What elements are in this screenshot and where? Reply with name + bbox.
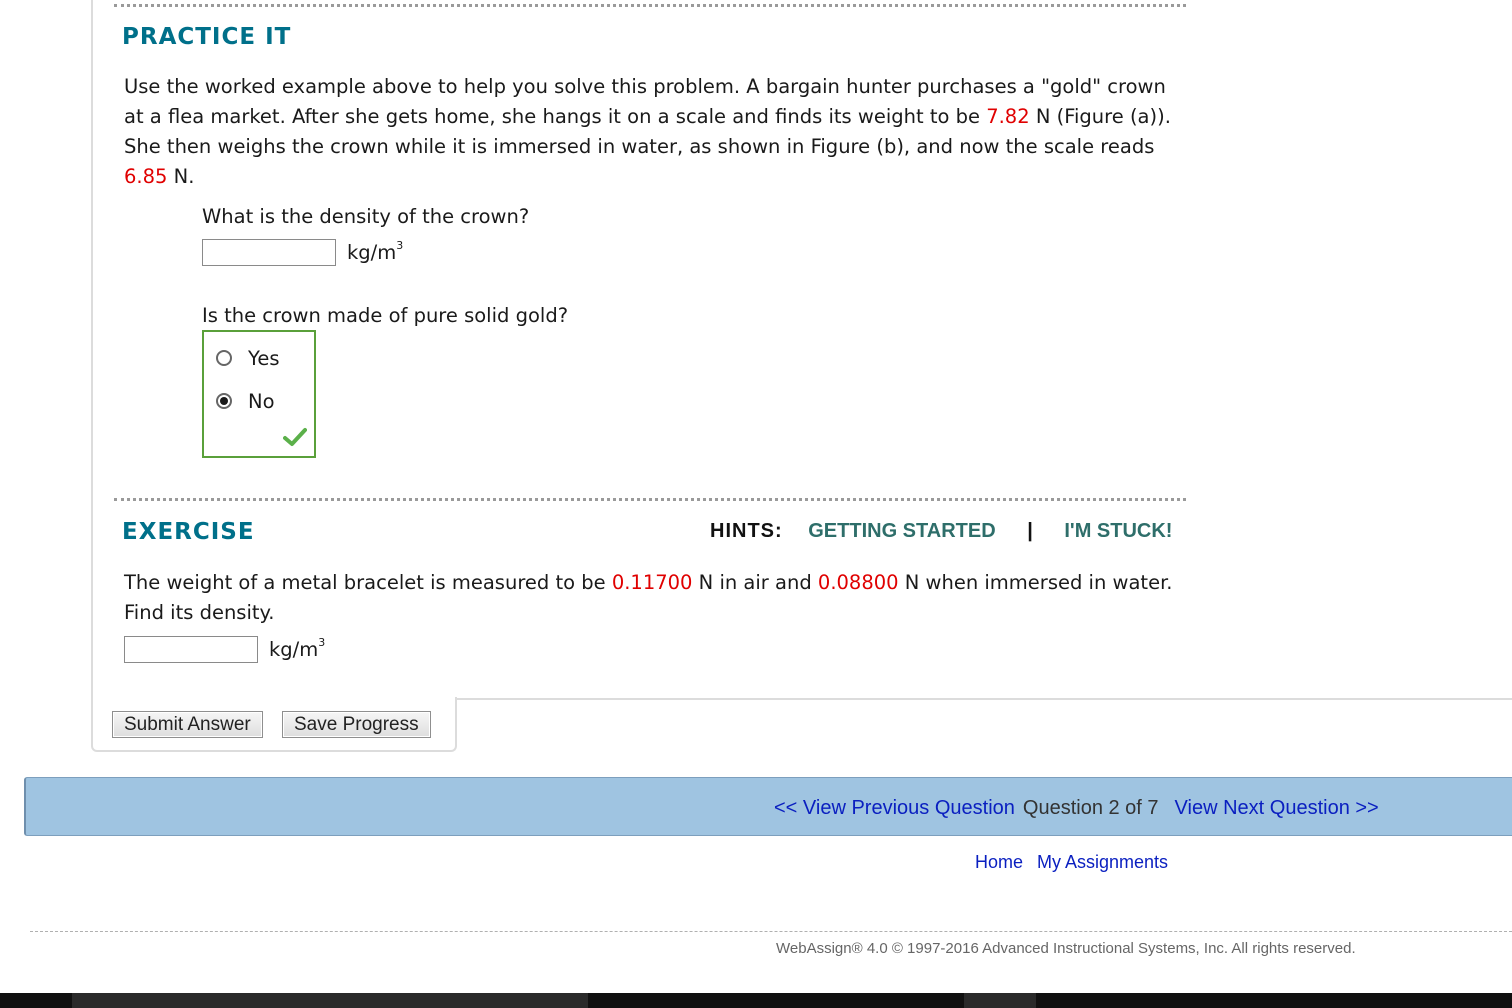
- crown-density-input[interactable]: [202, 239, 336, 266]
- unit-exponent: 3: [396, 238, 404, 252]
- divider-exercise: [114, 498, 1186, 501]
- weight-in-air: 7.82: [986, 105, 1030, 128]
- exercise-density-unit: kg/m3: [269, 635, 326, 662]
- footer-divider: [30, 931, 1512, 932]
- bracelet-weight-water: 0.08800: [817, 571, 899, 594]
- gold-question: Is the crown made of pure solid gold?: [202, 304, 569, 327]
- density-unit: kg/m3: [347, 238, 404, 265]
- hint-getting-started-link[interactable]: GETTING STARTED: [808, 520, 995, 542]
- practice-heading: PRACTICE IT: [122, 24, 292, 50]
- exercise-heading: EXERCISE: [122, 519, 255, 545]
- hint-im-stuck-link[interactable]: I'M STUCK!: [1064, 520, 1172, 542]
- hints-bar: HINTS: GETTING STARTED | I'M STUCK!: [710, 520, 1172, 543]
- taskbar-item[interactable]: [72, 993, 588, 1008]
- taskbar-item[interactable]: [964, 993, 1036, 1008]
- exercise-text-1: The weight of a metal bracelet is measur…: [124, 571, 612, 594]
- submit-answer-button[interactable]: Submit Answer: [112, 711, 263, 738]
- radio-yes[interactable]: [216, 350, 232, 366]
- hints-separator: |: [1027, 520, 1033, 542]
- exercise-unit-exponent: 3: [318, 635, 326, 649]
- weight-in-water: 6.85: [124, 165, 168, 188]
- practice-text-3: N.: [167, 165, 195, 188]
- question-navigation: << View Previous Question Question 2 of 7…: [774, 797, 1379, 820]
- option-yes[interactable]: Yes: [216, 346, 279, 370]
- home-link[interactable]: Home: [975, 852, 1023, 872]
- gold-answer-box: Yes No: [202, 330, 316, 458]
- footer-links: Home My Assignments: [975, 852, 1182, 873]
- copyright-text: WebAssign® 4.0 © 1997-2016 Advanced Inst…: [776, 940, 1356, 957]
- option-no-label: No: [248, 389, 275, 413]
- save-progress-button[interactable]: Save Progress: [282, 711, 431, 738]
- unit-text: kg/m: [347, 241, 397, 264]
- bracelet-density-input[interactable]: [124, 636, 258, 663]
- question-position: Question 2 of 7: [1022, 797, 1159, 819]
- correct-check-icon: [283, 428, 307, 446]
- practice-problem-text: Use the worked example above to help you…: [124, 72, 1184, 192]
- button-bar-divider: [456, 698, 1512, 700]
- my-assignments-link[interactable]: My Assignments: [1037, 852, 1168, 872]
- option-no[interactable]: No: [216, 389, 275, 413]
- option-yes-label: Yes: [248, 346, 280, 370]
- hints-label: HINTS:: [710, 520, 783, 542]
- bracelet-weight-air: 0.11700: [611, 571, 693, 594]
- exercise-text-2: N in air and: [692, 571, 818, 594]
- divider-top: [114, 4, 1186, 7]
- exercise-unit-text: kg/m: [269, 638, 319, 661]
- radio-no[interactable]: [216, 393, 232, 409]
- exercise-problem-text: The weight of a metal bracelet is measur…: [124, 568, 1184, 628]
- view-previous-question-link[interactable]: << View Previous Question: [774, 797, 1015, 819]
- density-question: What is the density of the crown?: [202, 205, 530, 228]
- view-next-question-link[interactable]: View Next Question >>: [1175, 797, 1379, 819]
- taskbar: [0, 993, 1512, 1008]
